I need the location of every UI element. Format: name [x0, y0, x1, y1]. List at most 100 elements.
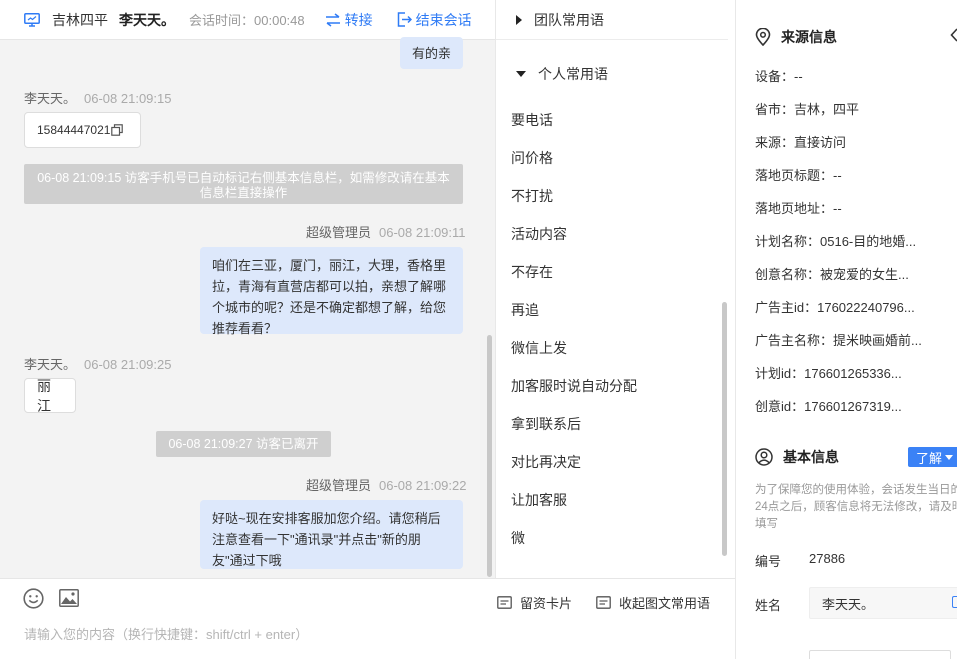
phrase-item[interactable]: 要电话	[511, 110, 553, 130]
next-field[interactable]	[809, 650, 951, 659]
agent-message-time: 06-08 21:09:22	[379, 478, 467, 493]
name-field[interactable]	[809, 587, 957, 619]
source-row-advertiser-id: 广告主id：176022240796...	[755, 300, 915, 315]
collapse-phrases-label: 收起图文常用语	[619, 596, 711, 611]
chevron-left-icon[interactable]	[950, 28, 957, 42]
agent-message-header: 超级管理员 06-08 21:09:22	[306, 475, 466, 494]
chat-panel: 吉林四平 李天天。 会话时间：00:00:48 转接 结束会话 有的亲 李天天。…	[0, 0, 495, 659]
source-row-landing-url: 落地页地址：--	[755, 201, 842, 216]
info-panel: 来源信息 设备：-- 省市：吉林，四平 来源：直接访问 落地页标题：-- 落地页…	[735, 0, 957, 659]
agent-message-bubble: 好哒~现在安排客服加您介绍。请您稍后注意查看一下"通讯录"并点击"新的朋友"通过…	[200, 500, 463, 569]
visitor-message-time: 06-08 21:09:15	[84, 91, 172, 106]
visitor-message-time: 06-08 21:09:25	[84, 357, 172, 372]
agent-message-name: 超级管理员	[306, 478, 372, 493]
visitor-left-text: 06-08 21:09:27 访客已离开	[168, 437, 319, 451]
personal-phrases-label: 个人常用语	[538, 66, 608, 82]
agent-message-bubble: 咱们在三亚，厦门，丽江，大理，香格里拉，青海有直营店都可以拍，亲想了解哪个城市的…	[200, 247, 463, 336]
system-notice: 06-08 21:09:15 访客手机号已自动标记右侧基本信息栏，如需修改请在基…	[24, 164, 463, 204]
source-row-device: 设备：--	[755, 69, 803, 84]
message-input[interactable]	[24, 627, 704, 642]
location-pin-icon	[755, 28, 771, 46]
phrase-item[interactable]: 问价格	[511, 148, 553, 168]
visitor-message-header: 李天天。 06-08 21:09:15	[24, 88, 171, 107]
session-time-label: 会话时间：	[189, 13, 255, 28]
basic-info-label: 基本信息	[783, 449, 839, 465]
transfer-label: 转接	[344, 11, 373, 28]
phrase-item[interactable]: 微信上发	[511, 338, 567, 358]
learn-more-button[interactable]: 了解	[908, 447, 957, 467]
basic-info-title: 基本信息	[755, 447, 839, 467]
source-row-landing-title: 落地页标题：--	[755, 168, 842, 183]
session-time-value: 00:00:48	[254, 13, 305, 28]
visitor-message-text: 丽江	[37, 377, 51, 414]
monitor-icon	[24, 12, 40, 27]
agent-message-bubble: 有的亲	[400, 37, 463, 69]
emoji-icon[interactable]	[23, 588, 44, 609]
agent-message-text: 咱们在三亚，厦门，丽江，大理，香格里拉，青海有直营店都可以拍，亲想了解哪个城市的…	[212, 258, 447, 336]
session-time: 会话时间：00:00:48	[189, 10, 305, 29]
phrase-item[interactable]: 不存在	[511, 262, 553, 282]
agent-message-header: 超级管理员 06-08 21:09:11	[306, 222, 466, 241]
card-icon	[596, 596, 611, 609]
team-phrases-group[interactable]: 团队常用语	[496, 0, 728, 40]
source-info-title: 来源信息	[755, 27, 837, 47]
image-icon[interactable]	[59, 589, 79, 607]
source-row-plan-name: 计划名称：0516-目的地婚...	[755, 234, 917, 249]
source-row-plan-id: 计划id：176601265336...	[755, 366, 902, 381]
visitor-message-header: 李天天。 06-08 21:09:25	[24, 354, 171, 373]
phrase-item[interactable]: 活动内容	[511, 224, 567, 244]
user-circle-icon	[755, 448, 773, 466]
transfer-button[interactable]: 转接	[325, 10, 373, 30]
caret-right-icon	[516, 14, 522, 25]
visitor-message-name: 李天天。	[24, 357, 77, 372]
personal-phrases-group[interactable]: 个人常用语	[496, 60, 728, 88]
source-row-advertiser-name: 广告主名称：提米映画婚前...	[755, 333, 922, 348]
source-row-creative-name: 创意名称：被宠爱的女生...	[755, 267, 909, 282]
composer: 留资卡片 收起图文常用语	[0, 578, 735, 659]
agent-message-time: 06-08 21:09:11	[379, 225, 466, 240]
name-field-edge	[952, 596, 957, 608]
source-row-channel: 来源：直接访问	[755, 135, 847, 150]
id-label: 编号	[755, 554, 782, 569]
visitor-left-notice: 06-08 21:09:27 访客已离开	[156, 431, 331, 457]
phrase-item[interactable]: 不打扰	[511, 186, 553, 206]
phone-number[interactable]: 15844447021	[37, 123, 110, 137]
id-value: 27886	[809, 551, 846, 566]
phone-message-bubble: 15844447021	[24, 112, 141, 148]
learn-more-label: 了解	[916, 450, 943, 466]
visitor-name: 李天天。	[119, 11, 175, 28]
agent-message-name: 超级管理员	[306, 225, 372, 240]
name-label: 姓名	[755, 598, 782, 613]
exit-icon	[397, 12, 412, 27]
visitor-message-name: 李天天。	[24, 91, 77, 106]
phrase-item[interactable]: 微	[511, 528, 525, 548]
collapse-phrases-button[interactable]: 收起图文常用语	[596, 593, 710, 612]
phrase-item[interactable]: 对比再决定	[511, 452, 581, 472]
phrase-item[interactable]: 拿到联系后	[511, 414, 581, 434]
team-phrases-label: 团队常用语	[534, 11, 604, 28]
lead-card-button[interactable]: 留资卡片	[497, 593, 572, 612]
phrase-item[interactable]: 加客服时说自动分配	[511, 376, 637, 396]
agent-message-text: 有的亲	[411, 45, 451, 61]
source-row-province: 省市：吉林，四平	[755, 102, 860, 117]
phrases-panel: 团队常用语 ■■■■ 个人常用语 要电话 问价格 不打扰 活动内容 不存在 再追…	[495, 0, 735, 578]
agent-message-text: 好哒~现在安排客服加您介绍。请您稍后注意查看一下"通讯录"并点击"新的朋友"通过…	[212, 511, 441, 568]
end-chat-button[interactable]: 结束会话	[397, 10, 472, 30]
phrase-item[interactable]: 让加客服	[511, 490, 567, 510]
source-row-creative-id: 创意id：176601267319...	[755, 399, 902, 414]
visitor-message-bubble: 丽江	[24, 377, 76, 414]
caret-down-icon	[945, 454, 954, 460]
lead-card-label: 留资卡片	[520, 596, 573, 611]
chat-scrollbar[interactable]	[487, 335, 492, 577]
copy-icon[interactable]	[111, 124, 124, 136]
source-info-label: 来源信息	[781, 29, 837, 45]
visitor-location: 吉林四平	[52, 11, 108, 28]
card-icon	[497, 596, 512, 609]
phrases-scrollbar[interactable]	[722, 302, 727, 556]
edit-deadline-notice: 为了保障您的使用体验，会话发生当日的24点之后，顾客信息将无法修改，请及时填写	[755, 484, 957, 530]
transfer-icon	[325, 12, 340, 27]
system-notice-text: 06-08 21:09:15 访客手机号已自动标记右侧基本信息栏，如需修改请在基…	[37, 171, 450, 200]
caret-down-icon	[516, 71, 526, 77]
phrase-item[interactable]: 再追	[511, 300, 539, 320]
end-chat-label: 结束会话	[415, 11, 472, 28]
